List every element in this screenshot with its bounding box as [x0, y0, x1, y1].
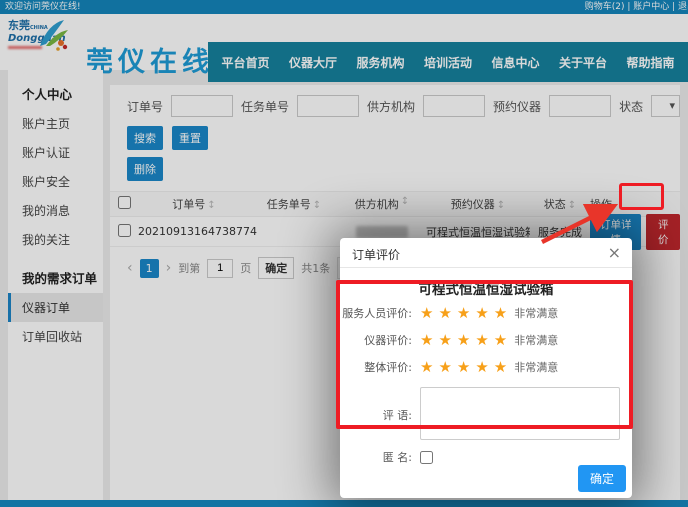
rating-text-overall: 非常满意 — [514, 359, 558, 375]
rating-row-instrument: 仪器评价: ★★★★★ 非常满意 — [340, 328, 632, 352]
rating-row-overall: 整体评价: ★★★★★ 非常满意 — [340, 355, 632, 379]
rating-label-overall: 整体评价: — [340, 359, 412, 375]
comment-textarea[interactable] — [420, 387, 620, 440]
anonymous-row: 匿 名: — [340, 449, 632, 465]
star-rating-instrument[interactable]: ★★★★★ — [420, 331, 512, 349]
rating-text-instrument: 非常满意 — [514, 332, 558, 348]
rating-label-instrument: 仪器评价: — [340, 332, 412, 348]
annotation-arrow — [538, 196, 630, 248]
comment-row: 评 语: — [340, 387, 632, 440]
anonymous-label: 匿 名: — [340, 449, 412, 465]
anonymous-checkbox[interactable] — [420, 451, 433, 464]
order-review-modal: 订单评价 × 可程式恒温恒湿试验箱 服务人员评价: ★★★★★ 非常满意 仪器评… — [340, 238, 632, 498]
modal-title: 订单评价 — [352, 246, 400, 263]
rating-label-service: 服务人员评价: — [340, 305, 412, 321]
star-rating-service[interactable]: ★★★★★ — [420, 304, 512, 322]
modal-instrument-name: 可程式恒温恒湿试验箱 — [340, 278, 632, 298]
rating-text-service: 非常满意 — [514, 305, 558, 321]
rating-row-service: 服务人员评价: ★★★★★ 非常满意 — [340, 301, 632, 325]
modal-confirm-button[interactable]: 确定 — [578, 465, 626, 492]
comment-label: 评 语: — [340, 407, 412, 440]
star-rating-overall[interactable]: ★★★★★ — [420, 358, 512, 376]
